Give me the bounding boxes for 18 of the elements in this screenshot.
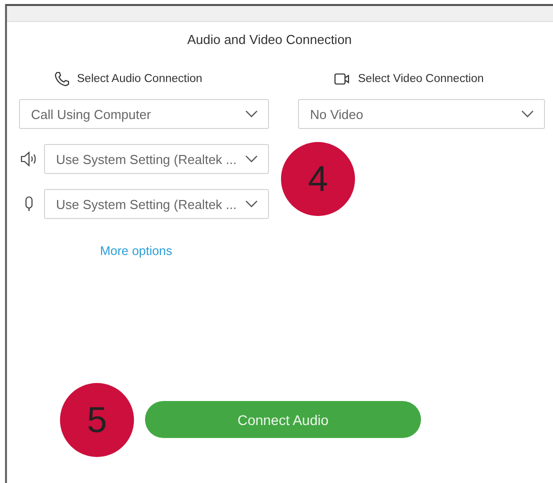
video-connection-dropdown[interactable]: No Video <box>298 99 545 129</box>
device-dropdown[interactable]: Use System Setting (Realtek ... <box>44 144 269 174</box>
audio-connection-dropdown[interactable]: Call Using Computer <box>19 99 269 129</box>
chevron-icon <box>245 110 258 118</box>
microphone-icon <box>24 196 34 212</box>
speaker-icon <box>20 151 38 167</box>
video-heading: Select Video Connection <box>358 73 484 85</box>
phone-icon <box>54 71 70 87</box>
chevron-icon <box>521 110 534 118</box>
window-title: Audio and Video Connection <box>186 31 353 49</box>
chevron-icon <box>245 200 258 208</box>
device-dropdown[interactable]: Use System Setting (Realtek ... <box>44 189 269 219</box>
step-badge: 5 <box>60 383 134 457</box>
more-options-link[interactable]: More options <box>100 244 172 258</box>
step-badge: 4 <box>281 142 355 216</box>
chevron-icon <box>245 155 258 163</box>
video-camera-icon <box>334 72 350 86</box>
audio-heading: Select Audio Connection <box>77 73 202 85</box>
